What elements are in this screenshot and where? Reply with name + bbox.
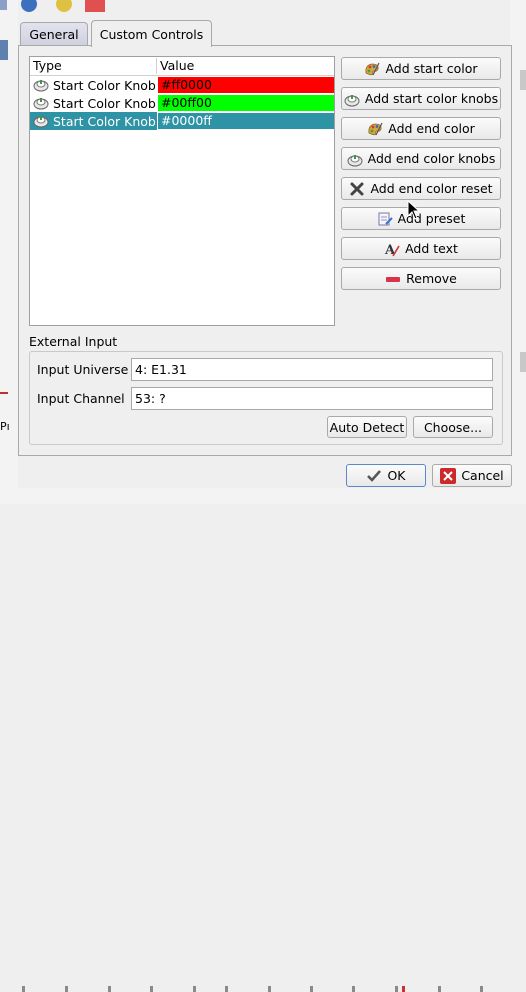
- background-scroll-fragment: [520, 70, 526, 90]
- table-row-selected[interactable]: Start Color Knob #0000ff: [30, 112, 334, 130]
- remove-label: Remove: [406, 271, 457, 286]
- add-start-color-button[interactable]: Add start color: [341, 57, 501, 80]
- background-timeline: [0, 488, 526, 992]
- checkmark-icon: [367, 469, 382, 482]
- add-text-button[interactable]: A Add text: [341, 237, 501, 260]
- tab-custom-controls[interactable]: Custom Controls: [91, 20, 212, 47]
- cancel-button[interactable]: Cancel: [432, 464, 512, 487]
- add-start-color-label: Add start color: [385, 61, 478, 76]
- ok-button[interactable]: OK: [346, 464, 426, 487]
- cell-type: Start Color Knob: [30, 76, 157, 94]
- tab-general[interactable]: General: [20, 22, 88, 46]
- add-start-color-knobs-button[interactable]: Add start color knobs: [341, 87, 501, 110]
- remove-button[interactable]: Remove: [341, 267, 501, 290]
- cell-value: #0000ff: [158, 113, 334, 129]
- background-toolbar-icons: [0, 0, 120, 14]
- mouse-cursor-icon: [407, 200, 421, 220]
- choose-label: Choose...: [423, 419, 483, 435]
- table-row[interactable]: Start Color Knob #00ff00: [30, 94, 334, 112]
- add-preset-button[interactable]: Add preset: [341, 207, 501, 230]
- reset-x-icon: [350, 182, 364, 195]
- cancel-x-icon: [440, 467, 457, 484]
- cancel-label: Cancel: [461, 468, 504, 483]
- remove-icon: [386, 276, 401, 282]
- input-universe-field[interactable]: 4: E1.31: [131, 358, 493, 381]
- knob-icon: [33, 116, 49, 128]
- add-end-color-reset-button[interactable]: Add end color reset: [341, 177, 501, 200]
- add-end-color-knobs-button[interactable]: Add end color knobs: [341, 147, 501, 170]
- add-text-label: Add text: [405, 241, 458, 256]
- palette-icon: [368, 122, 383, 135]
- auto-detect-label: Auto Detect: [329, 419, 405, 435]
- text-icon: A: [384, 243, 400, 257]
- knob-icon: [347, 154, 363, 166]
- column-header-value[interactable]: Value: [157, 58, 334, 74]
- add-end-color-label: Add end color: [388, 121, 475, 136]
- external-input-title: External Input: [29, 334, 118, 349]
- background-icon: [0, 40, 8, 60]
- knob-icon: [33, 80, 49, 92]
- cell-value: #ff0000: [158, 77, 334, 93]
- cell-type-label: Start Color Knob: [53, 95, 156, 111]
- ok-label: OK: [387, 468, 406, 483]
- input-channel-field[interactable]: 53: ?: [131, 387, 493, 410]
- input-channel-label: Input Channel: [37, 391, 125, 406]
- add-end-color-reset-label: Add end color reset: [370, 181, 493, 196]
- tab-general-label: General: [29, 27, 79, 42]
- cell-type-label: Start Color Knob: [53, 77, 156, 93]
- add-end-color-button[interactable]: Add end color: [341, 117, 501, 140]
- cell-type: Start Color Knob: [30, 112, 157, 130]
- column-header-type[interactable]: Type: [30, 58, 157, 74]
- preset-icon: [378, 212, 393, 225]
- background-scroll-fragment: [520, 352, 526, 372]
- knob-icon: [344, 94, 360, 106]
- add-end-color-knobs-label: Add end color knobs: [367, 151, 496, 166]
- cell-type-label: Start Color Knob: [53, 113, 156, 129]
- tab-custom-controls-label: Custom Controls: [99, 26, 204, 42]
- knob-icon: [33, 98, 49, 110]
- cell-value: #00ff00: [158, 95, 334, 111]
- background-marker: [0, 392, 8, 394]
- choose-button[interactable]: Choose...: [413, 416, 493, 438]
- palette-icon: [365, 62, 381, 75]
- auto-detect-button[interactable]: Auto Detect: [327, 416, 407, 438]
- cell-type: Start Color Knob: [30, 94, 157, 112]
- input-universe-label: Input Universe: [37, 362, 129, 377]
- table-header: Type Value: [30, 57, 334, 76]
- table-row[interactable]: Start Color Knob #ff0000: [30, 76, 334, 94]
- controls-table[interactable]: Type Value Start Color Knob #ff0000 Star…: [29, 56, 335, 326]
- background-text-fragment: Pı: [0, 420, 10, 433]
- add-start-color-knobs-label: Add start color knobs: [364, 91, 499, 106]
